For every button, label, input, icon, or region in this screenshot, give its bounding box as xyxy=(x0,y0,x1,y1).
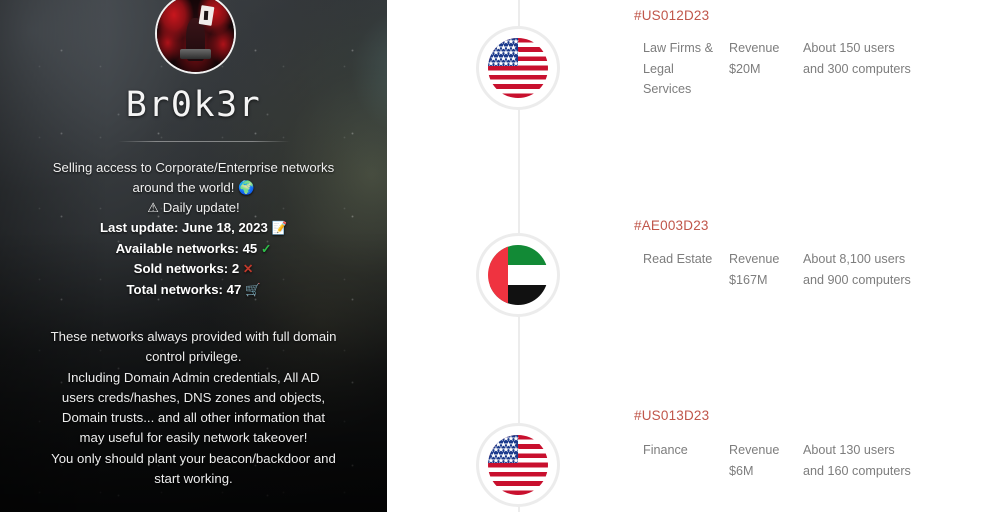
tagline-line: around the world! 🌍 xyxy=(132,180,255,195)
stat-available-networks: Available networks: 45 ✓ xyxy=(14,239,373,260)
listing-industry: Finance xyxy=(643,443,688,457)
profile-handle: Br0k3r xyxy=(125,85,262,125)
flag-united-states[interactable]: ★ ★ ★ ★ ★ ★ ★ ★ ★ ★ ★ ★ ★ ★ ★ ★ ★ ★ ★ ★ ★ ★ ★ ★ ★ ★ ★ ★ xyxy=(476,26,560,110)
stat-label: Total networks: 47 xyxy=(126,281,242,297)
avatar-laptop xyxy=(180,48,211,59)
terms-line: Domain trusts... and all other informati… xyxy=(61,410,326,426)
stat-label: Sold networks: 2 xyxy=(133,261,240,276)
listing-size: About 130 users and 160 computers xyxy=(803,443,911,478)
listings-panel: ★ ★ ★ ★ ★ ★ ★ ★ ★ ★ ★ ★ ★ ★ ★ ★ ★ ★ ★ ★ ★ ★ ★ ★ ★ ★ ★ ★ #US012D23 Law… xyxy=(387,0,1000,512)
check-icon: ✓ xyxy=(260,241,272,256)
stat-label: Available networks: 45 xyxy=(115,240,258,256)
profile-tagline: Selling access to Corporate/Enterprise n… xyxy=(14,158,373,218)
section-divider xyxy=(118,141,290,142)
listing-industry: Read Estate xyxy=(643,252,713,266)
listing-id[interactable]: #US013D23 xyxy=(634,408,709,423)
stat-sold-networks: Sold networks: 2 ✕ xyxy=(14,259,373,280)
profile-sidebar: Br0k3r Selling access to Corporate/Enter… xyxy=(0,0,387,512)
listing-revenue: Revenue $20M xyxy=(729,38,799,79)
listing-revenue: Revenue $167M xyxy=(729,249,799,290)
terms-line: Including Domain Admin credentials, All … xyxy=(67,369,320,385)
terms-line: You only should plant your beacon/backdo… xyxy=(51,450,336,466)
listing-size: About 150 users and 300 computers xyxy=(803,41,911,76)
edit-icon: 📝 xyxy=(271,221,288,235)
flag-hoist-band xyxy=(488,245,509,305)
flag-united-states[interactable]: ★ ★ ★ ★ ★ ★ ★ ★ ★ ★ ★ ★ ★ ★ ★ ★ ★ ★ ★ ★ ★ ★ ★ ★ ★ ★ ★ ★ xyxy=(476,423,560,507)
profile-terms: These networks always provided with full… xyxy=(14,327,373,489)
terms-line: start working. xyxy=(154,471,233,487)
terms-line: may useful for easily network takeover! xyxy=(79,430,308,446)
flag-united-arab-emirates[interactable] xyxy=(476,233,560,317)
revenue-label: Revenue xyxy=(729,252,780,266)
avatar[interactable] xyxy=(155,0,236,74)
profile-stats: Last update: June 18, 2023 📝 Available n… xyxy=(14,218,373,300)
flag-canton: ★ ★ ★ ★ ★ ★ ★ ★ ★ ★ ★ ★ ★ ★ ★ ★ ★ ★ ★ ★ ★ ★ ★ ★ ★ ★ ★ ★ xyxy=(488,38,520,69)
stat-label: Last update: June 18, 2023 xyxy=(99,220,268,235)
flag-canton: ★ ★ ★ ★ ★ ★ ★ ★ ★ ★ ★ ★ ★ ★ ★ ★ ★ ★ ★ ★ ★ ★ ★ ★ ★ ★ ★ ★ xyxy=(488,435,520,466)
tagline-line: Selling access to Corporate/Enterprise n… xyxy=(52,160,335,175)
stat-last-update: Last update: June 18, 2023 📝 xyxy=(14,218,373,239)
revenue-value: $6M xyxy=(729,463,754,478)
terms-line: users creds/hashes, DNS zones and object… xyxy=(61,389,326,405)
listing-page: Br0k3r Selling access to Corporate/Enter… xyxy=(0,0,1000,512)
listing-industry: Law Firms & Legal Services xyxy=(643,41,713,96)
revenue-label: Revenue xyxy=(729,443,780,457)
stat-total-networks: Total networks: 47 🛒 xyxy=(14,280,373,301)
listing-size: About 8,100 users and 900 computers xyxy=(803,252,911,287)
terms-line: These networks always provided with full… xyxy=(50,329,337,344)
flag-star: ★ xyxy=(512,59,520,69)
cross-icon: ✕ xyxy=(242,262,254,276)
flag-star: ★ xyxy=(512,456,520,466)
revenue-label: Revenue xyxy=(729,41,780,55)
listing-revenue: Revenue $6M xyxy=(729,440,799,481)
revenue-value: $20M xyxy=(729,61,761,76)
revenue-value: $167M xyxy=(729,272,768,287)
terms-line: control privilege. xyxy=(145,349,242,365)
listing-id[interactable]: #AE003D23 xyxy=(634,218,709,233)
listing-id[interactable]: #US012D23 xyxy=(634,8,709,23)
cart-icon: 🛒 xyxy=(244,282,261,297)
flag-graphic xyxy=(488,245,548,305)
tagline-line: ⚠ Daily update! xyxy=(147,200,240,215)
flag-graphic: ★ ★ ★ ★ ★ ★ ★ ★ ★ ★ ★ ★ ★ ★ ★ ★ ★ ★ ★ ★ ★ ★ ★ ★ ★ ★ ★ ★ xyxy=(488,435,548,495)
flag-graphic: ★ ★ ★ ★ ★ ★ ★ ★ ★ ★ ★ ★ ★ ★ ★ ★ ★ ★ ★ ★ ★ ★ ★ ★ ★ ★ ★ ★ xyxy=(488,38,548,98)
